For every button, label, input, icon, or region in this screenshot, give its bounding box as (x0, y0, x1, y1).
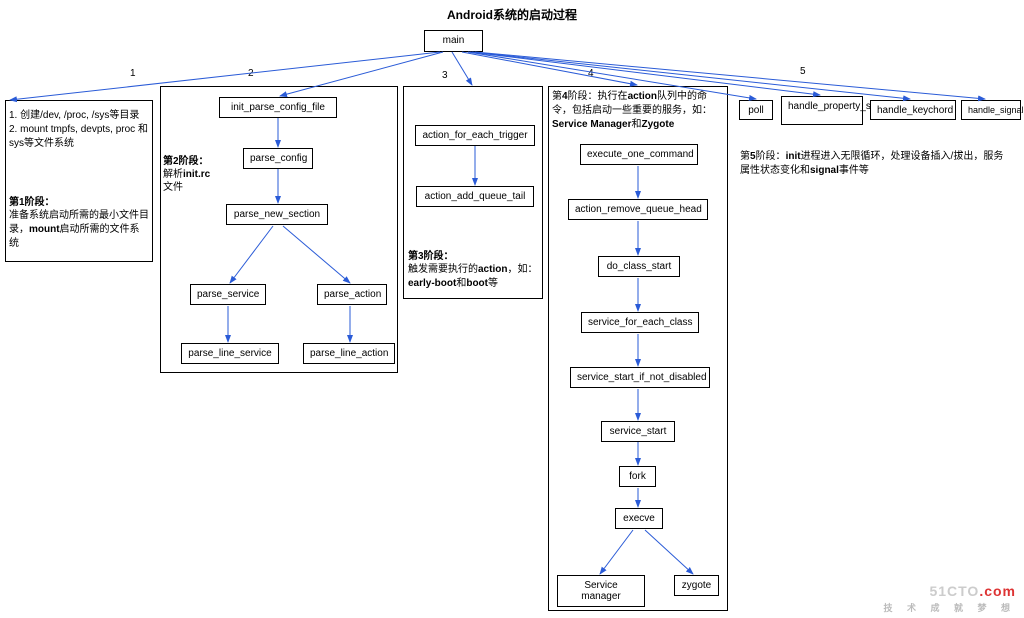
node-fork: fork (619, 466, 656, 487)
node-action-add-queue-tail: action_add_queue_tail (416, 186, 534, 207)
node-do-class-start: do_class_start (598, 256, 680, 277)
phase3-label: 第3阶段： (408, 250, 454, 264)
node-action-for-each-trigger: action_for_each_trigger (415, 125, 535, 146)
node-execve: execve (615, 508, 663, 529)
phase2-label: 第2阶段： (163, 155, 209, 169)
watermark-text: 51CTO (929, 583, 979, 599)
phase1-line2: 2. mount tmpfs, devpts, proc 和sys等文件系统 (9, 123, 149, 151)
node-service-manager: Service manager (557, 575, 645, 607)
phase1-desc: 准备系统启动所需的最小文件目录，mount启动所需的文件系统 (9, 209, 149, 251)
phase3-desc: 触发需要执行的action，如：early-boot和boot等 (408, 263, 538, 291)
phase1-panel: 1. 创建/dev, /proc, /sys等目录 2. mount tmpfs… (5, 100, 153, 262)
phase5-note: 第5阶段：init进程进入无限循环，处理设备插入/拔出，服务属性状态变化和sig… (740, 150, 1010, 178)
edge-label-1: 1 (130, 68, 136, 79)
phase2-panel (160, 86, 398, 373)
edge-label-3: 3 (442, 70, 448, 81)
node-poll: poll (739, 100, 773, 120)
node-parse-action: parse_action (317, 284, 387, 305)
node-service-start-if-not-disabled: service_start_if_not_disabled (570, 367, 710, 388)
node-parse-service: parse_service (190, 284, 266, 305)
node-handle-property-set-fd: handle_property_set_fd (781, 96, 863, 125)
node-parse-line-action: parse_line_action (303, 343, 395, 364)
node-service-for-each-class: service_for_each_class (581, 312, 699, 333)
phase4-label: 第4阶段：执行在action队列中的命令，包括启动一些重要的服务，如：Servi… (552, 90, 724, 132)
node-service-start: service_start (601, 421, 675, 442)
node-main: main (424, 30, 483, 52)
phase2-desc1: 解析init.rc (163, 168, 210, 182)
node-handle-signal: handle_signal (961, 100, 1021, 120)
node-init-parse-config-file: init_parse_config_file (219, 97, 337, 118)
node-parse-line-service: parse_line_service (181, 343, 279, 364)
node-parse-new-section: parse_new_section (226, 204, 328, 225)
phase1-line1: 1. 创建/dev, /proc, /sys等目录 (9, 109, 149, 123)
edge-label-5: 5 (800, 66, 806, 77)
node-zygote: zygote (674, 575, 719, 596)
edge-label-4: 4 (588, 68, 594, 79)
watermark-red: .com (979, 583, 1016, 599)
phase1-label: 第1阶段： (9, 196, 55, 210)
phase2-desc2: 文件 (163, 181, 183, 195)
diagram-title: Android系统的启动过程 (447, 6, 577, 23)
node-parse-config: parse_config (243, 148, 313, 169)
node-handle-keychord: handle_keychord (870, 100, 956, 120)
node-execute-one-command: execute_one_command (580, 144, 698, 165)
node-action-remove-queue-head: action_remove_queue_head (568, 199, 708, 220)
edge-label-2: 2 (248, 68, 254, 79)
watermark: 51CTO.com 技 术 成 就 梦 想 (883, 583, 1016, 614)
watermark-sub: 技 术 成 就 梦 想 (883, 601, 1016, 614)
